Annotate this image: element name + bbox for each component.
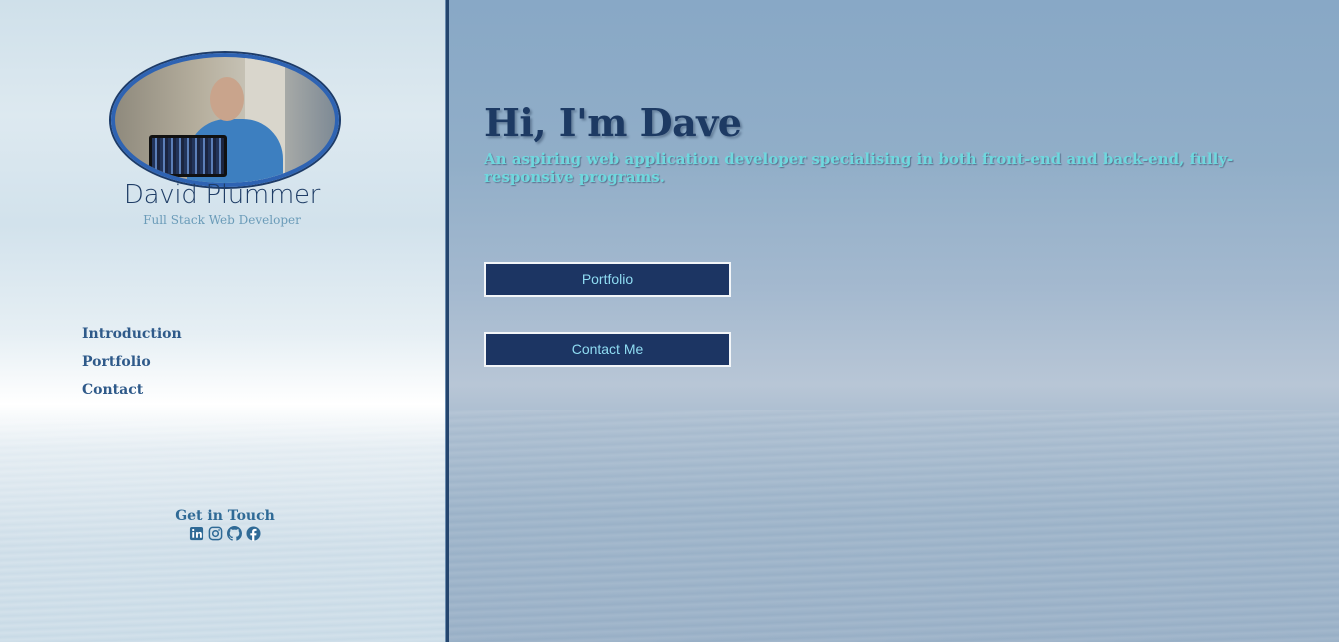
sidebar: David Plummer Full Stack Web Developer I… <box>0 0 446 642</box>
portfolio-button[interactable]: Portfolio <box>484 262 731 297</box>
hero-subtitle: An aspiring web application developer sp… <box>484 150 1234 186</box>
instagram-icon[interactable] <box>208 526 223 541</box>
nav-item-introduction[interactable]: Introduction <box>82 324 182 344</box>
linkedin-icon[interactable] <box>189 526 204 541</box>
nav-item-portfolio[interactable]: Portfolio <box>82 352 182 372</box>
main-content <box>449 0 1339 642</box>
github-icon[interactable] <box>227 526 242 541</box>
get-in-touch: Get in Touch <box>0 508 450 541</box>
social-links <box>0 526 450 541</box>
contact-me-button[interactable]: Contact Me <box>484 332 731 367</box>
get-in-touch-title: Get in Touch <box>175 508 275 524</box>
page: David Plummer Full Stack Web Developer I… <box>0 0 1339 642</box>
profile-role: Full Stack Web Developer <box>143 213 301 227</box>
hero-title: Hi, I'm Dave <box>484 100 742 145</box>
profile-name: David Plummer <box>123 180 321 210</box>
sidebar-nav: Introduction Portfolio Contact <box>82 324 182 408</box>
nav-item-contact[interactable]: Contact <box>82 380 182 400</box>
avatar <box>111 53 339 187</box>
facebook-icon[interactable] <box>246 526 261 541</box>
